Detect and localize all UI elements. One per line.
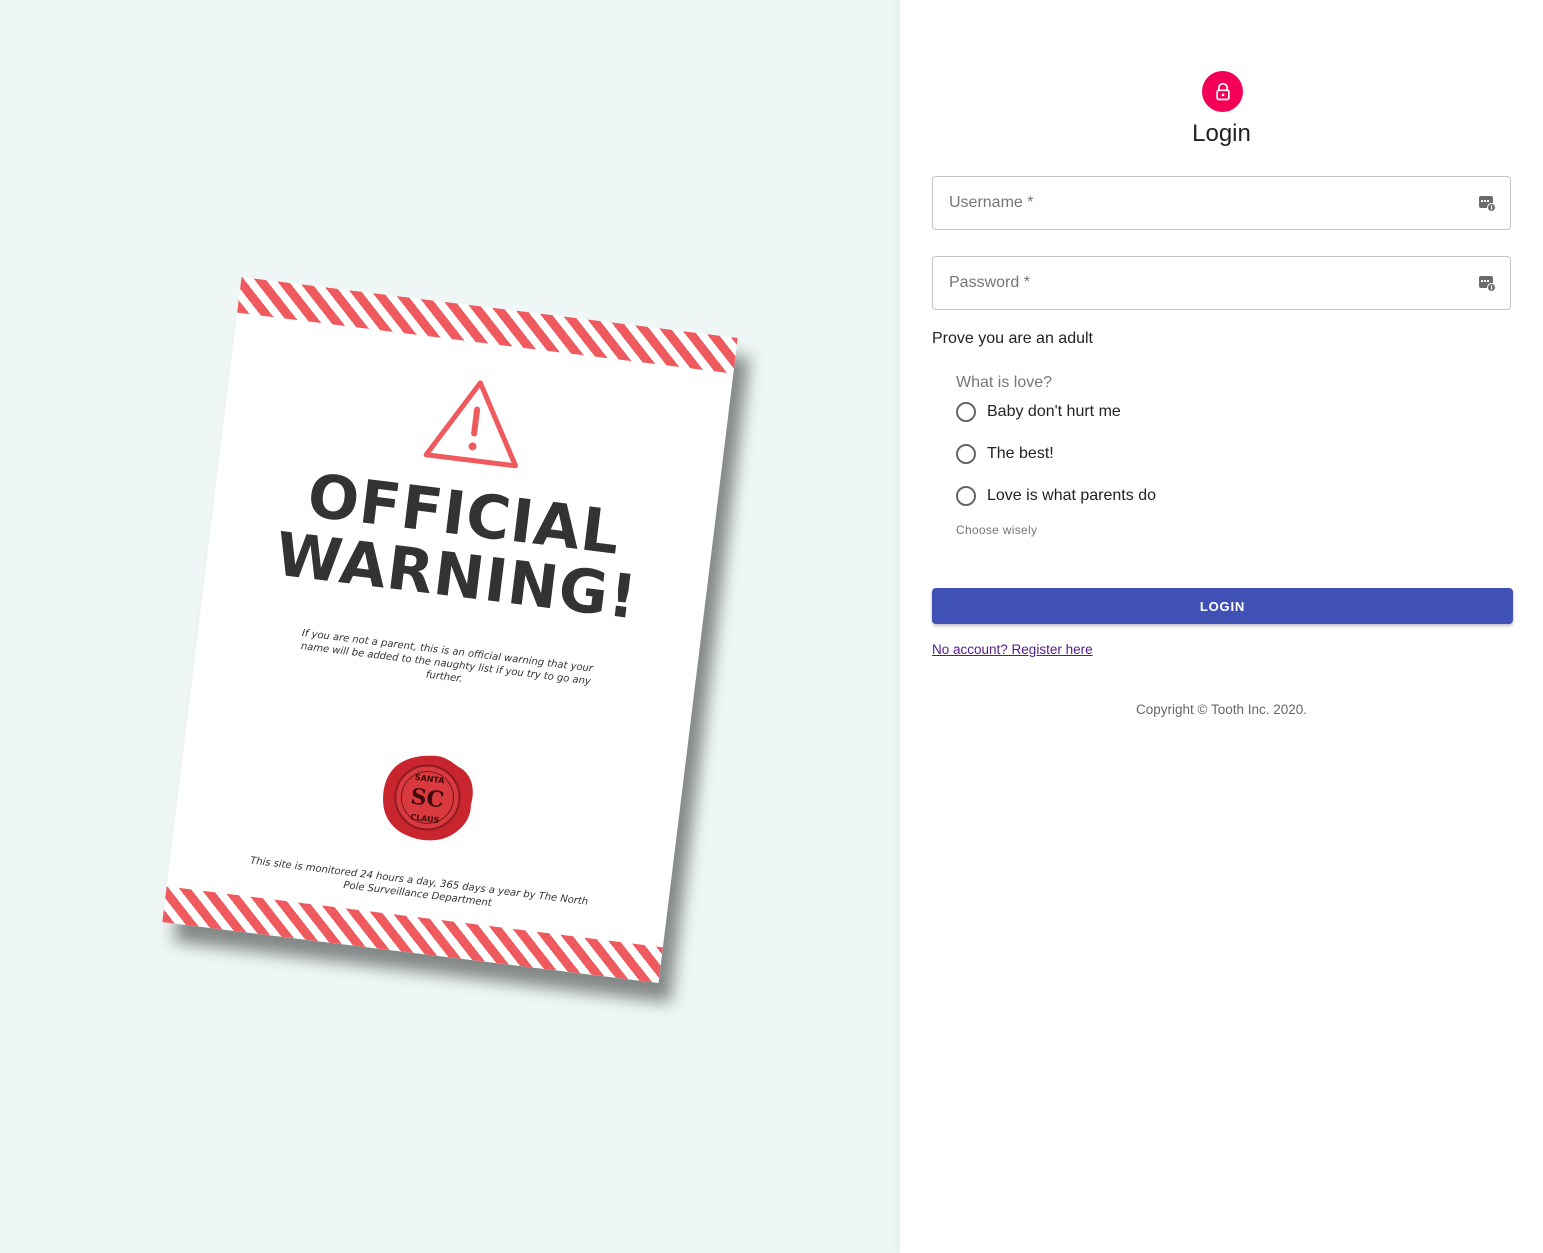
prove-adult-label: Prove you are an adult — [932, 330, 1093, 347]
login-title: Login — [1192, 120, 1251, 147]
username-input[interactable] — [947, 193, 1470, 213]
radio-label[interactable]: Love is what parents do — [987, 487, 1156, 505]
warning-triangle-icon — [423, 380, 519, 469]
page: OFFICIAL WARNING! If you are not a paren… — [0, 0, 1543, 1253]
password-manager-icon[interactable] — [1478, 274, 1496, 292]
copyright-text: Copyright © Tooth Inc. 2020. — [1135, 702, 1308, 717]
username-field[interactable] — [932, 176, 1511, 230]
password-input[interactable] — [947, 273, 1470, 293]
password-field[interactable] — [932, 256, 1511, 310]
santa-claus-wax-seal-icon: SANTA SC CLAUS — [383, 755, 473, 841]
password-manager-icon[interactable] — [1478, 194, 1496, 212]
radio-helper-text: Choose wisely — [956, 523, 1038, 537]
login-panel: Login Prove you are an — [900, 0, 1543, 1253]
radio-option-baby-dont-hurt-me[interactable]: Baby don't hurt me — [956, 402, 1121, 422]
warning-poster: OFFICIAL WARNING! If you are not a paren… — [162, 276, 738, 984]
radio-circle-icon[interactable] — [956, 444, 976, 464]
question-legend: What is love? — [956, 374, 1053, 391]
lock-icon — [1215, 82, 1230, 100]
radio-label[interactable]: The best! — [987, 445, 1054, 463]
poster-title: OFFICIAL WARNING! — [205, 454, 716, 638]
seal-monogram: SC — [409, 784, 445, 814]
poster-body-text: If you are not a parent, this is an offi… — [300, 628, 594, 688]
left-pane: OFFICIAL WARNING! If you are not a paren… — [0, 0, 900, 1253]
radio-circle-icon[interactable] — [956, 486, 976, 506]
register-link[interactable]: No account? Register here — [932, 642, 1093, 657]
lock-avatar — [1202, 71, 1243, 112]
poster-top-stripes — [237, 276, 738, 374]
radio-option-the-best[interactable]: The best! — [956, 444, 1054, 464]
radio-label[interactable]: Baby don't hurt me — [987, 403, 1121, 421]
login-button[interactable]: LOGIN — [932, 588, 1513, 624]
radio-option-love-is-what-parents-do[interactable]: Love is what parents do — [956, 486, 1156, 506]
radio-circle-icon[interactable] — [956, 402, 976, 422]
